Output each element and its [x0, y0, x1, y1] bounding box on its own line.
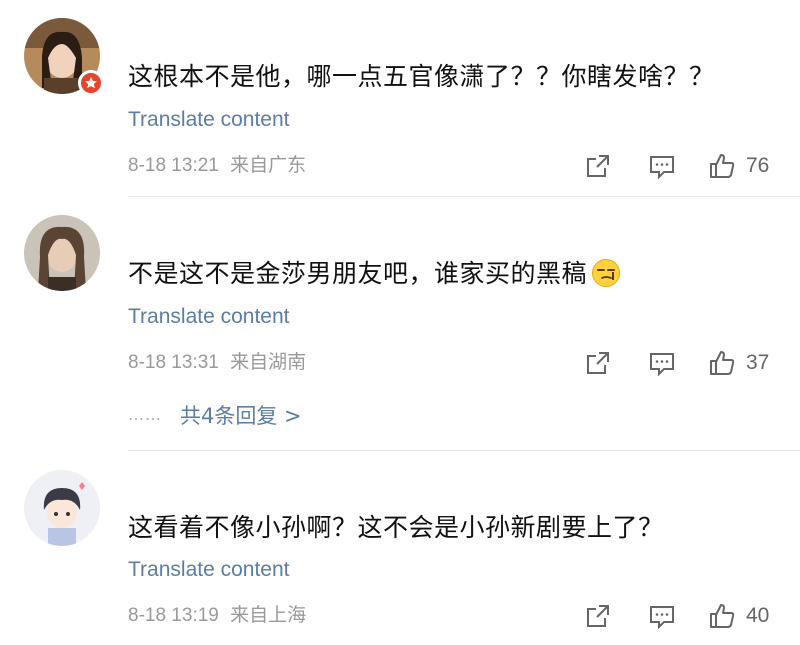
verified-badge-icon	[78, 70, 104, 96]
smirk-emoji-icon	[592, 259, 621, 287]
share-icon	[587, 155, 609, 177]
reply-button[interactable]	[648, 347, 676, 379]
comment-icon	[650, 156, 674, 180]
comment-actions: 37	[584, 347, 794, 379]
replies-dots: ……	[128, 405, 162, 424]
comment-location: 来自湖南	[230, 352, 307, 373]
comment-meta: 8-18 13:21 来自广东	[128, 153, 306, 179]
comment-text: 这看着不像小孙啊？这不会是小孙新剧要上了？	[128, 513, 664, 542]
share-icon	[587, 605, 609, 627]
like-button[interactable]: 37	[708, 347, 769, 379]
comment-meta: 8-18 13:19 来自上海	[128, 603, 306, 629]
divider	[128, 196, 800, 197]
comment-icon	[650, 353, 674, 377]
comment-location: 来自广东	[230, 155, 307, 176]
comment-text: 不是这不是金莎男朋友吧，谁家买的黑稿	[128, 257, 621, 291]
like-button[interactable]: 76	[708, 150, 769, 182]
share-button[interactable]	[584, 347, 612, 379]
comment-icon	[650, 606, 674, 630]
avatar[interactable]	[24, 470, 100, 546]
comment-actions: 40	[584, 600, 794, 632]
replies-label: 共4条回复 >	[180, 404, 302, 428]
thumbs-up-icon	[710, 154, 735, 178]
comment-actions: 76	[584, 150, 794, 182]
reply-button[interactable]	[648, 600, 676, 632]
comment-time: 8-18 13:31	[128, 352, 219, 373]
divider	[128, 450, 800, 451]
comment-text-content: 不是这不是金莎男朋友吧，谁家买的黑稿	[128, 259, 588, 288]
like-button[interactable]: 40	[708, 600, 769, 632]
thumbs-up-icon	[710, 604, 735, 628]
comment-meta: 8-18 13:31 来自湖南	[128, 350, 306, 376]
reply-button[interactable]	[648, 150, 676, 182]
comment-time: 8-18 13:19	[128, 605, 219, 626]
like-count: 40	[746, 604, 770, 627]
avatar[interactable]	[24, 215, 100, 291]
view-replies-link[interactable]: …… 共4条回复 >	[128, 401, 302, 430]
translate-link[interactable]: Translate content	[128, 303, 289, 331]
like-count: 37	[746, 351, 770, 374]
share-button[interactable]	[584, 150, 612, 182]
share-button[interactable]	[584, 600, 612, 632]
translate-link[interactable]: Translate content	[128, 556, 289, 584]
thumbs-up-icon	[710, 351, 735, 375]
like-count: 76	[746, 154, 770, 177]
translate-link[interactable]: Translate content	[128, 106, 289, 134]
comment-time: 8-18 13:21	[128, 155, 219, 176]
comment-text: 这根本不是他，哪一点五官像潇了？？你瞎发啥？？	[128, 62, 715, 91]
share-icon	[587, 352, 609, 374]
comment-location: 来自上海	[230, 605, 307, 626]
